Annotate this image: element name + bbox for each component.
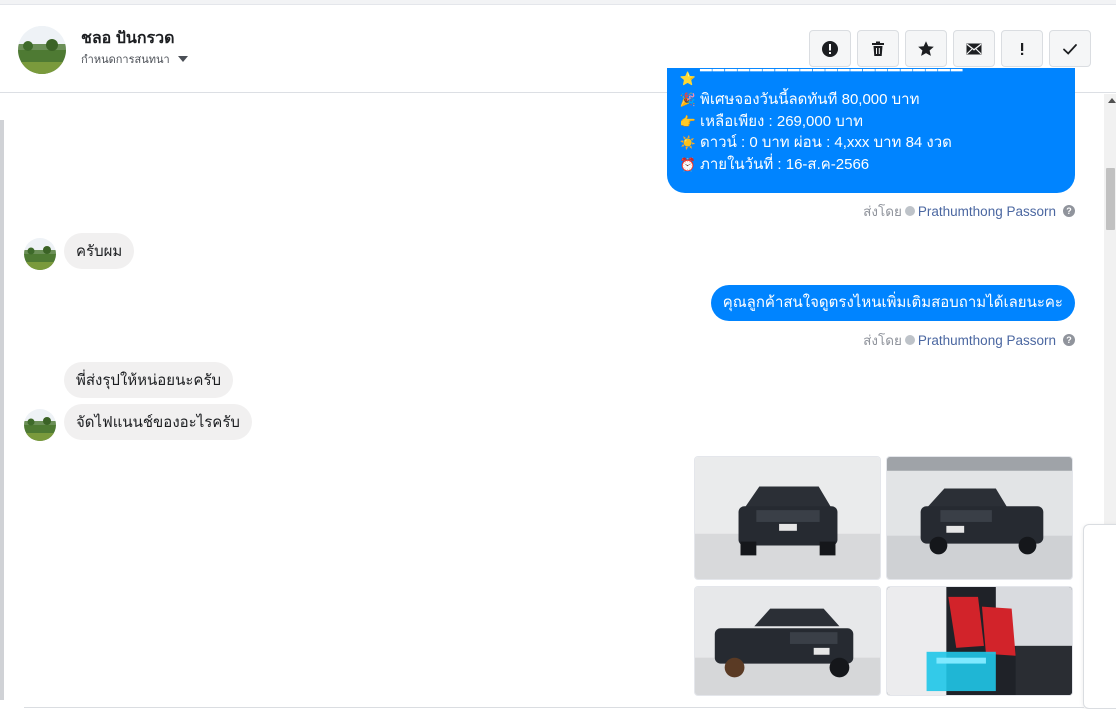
envelope-icon [966,43,982,54]
star-emoji-icon: ⭐ [679,70,697,86]
offer-line-text: พิเศษจองวันนี้ลดทันที 80,000 บาท [700,91,920,108]
offer-line: 🎉 พิเศษจองวันนี้ลดทันที 80,000 บาท [679,89,1061,111]
message-text: จัดไฟแนนช์ของอะไรครับ [76,414,240,431]
star-button[interactable] [905,30,947,67]
message-text: ครับผม [76,243,123,260]
offer-line: ⏰ ภายในวันที่ : 16-ส.ค-2566 [679,154,1061,176]
offer-message-bubble[interactable]: ⭐ ▔▔▔▔▔▔▔▔▔▔▔▔▔▔▔▔▔▔▔▔▔ 🎉 พิเศษจองวันนี้… [667,68,1075,193]
sent-by-label: ส่งโดย Prathumthong Passorn ? [863,329,1075,351]
exclamation-icon [1021,42,1024,55]
conversation-view: ชลอ ปันกรวด กำหนดการสนทนา ⭐ ▔▔▔▔▔▔▔▔▔▔▔▔… [0,0,1116,709]
alarm-clock-emoji-icon: ⏰ [679,156,697,172]
cut-off-line: ⭐ ▔▔▔▔▔▔▔▔▔▔▔▔▔▔▔▔▔▔▔▔▔ [679,68,1061,89]
mark-done-button[interactable] [1049,30,1091,67]
car-photo-front[interactable] [694,456,881,580]
trash-icon [872,41,884,56]
pointing-hand-emoji-icon: 👉 [679,113,697,129]
message-text: พี่ส่งรุปให้หน่อยนะครับ [76,372,222,389]
report-button[interactable] [809,30,851,67]
left-rail [0,120,4,700]
car-photo-angle[interactable] [694,586,881,696]
conversation-menu-label: กำหนดการสนทนา [81,54,170,66]
verified-dot-icon [904,206,915,216]
message-text: คุณลูกค้าสนใจดูตรงไหนเพิ่มเติมสอบถามได้เ… [722,294,1063,312]
car-photo-interior[interactable] [886,586,1073,696]
offer-line: ☀️ ดาวน์ : 0 บาท ผ่อน : 4,xxx บาท 84 งวด [679,132,1061,154]
scroll-up-arrow-icon[interactable] [1108,98,1116,103]
offer-line-text: ภายในวันที่ : 16-ส.ค-2566 [700,155,870,173]
incoming-message-bubble[interactable]: จัดไฟแนนช์ของอะไรครับ [64,404,252,440]
star-icon [918,40,934,56]
contact-avatar-small[interactable] [24,238,56,270]
side-panel-edge[interactable] [1083,524,1116,709]
verified-dot-icon [904,335,915,345]
checkmark-icon [1063,43,1077,55]
offer-line-text: เหลือเพียง : 269,000 บาท [700,112,864,130]
spam-button[interactable] [1001,30,1043,67]
mark-unread-button[interactable] [953,30,995,67]
offer-line: 👉 เหลือเพียง : 269,000 บาท [679,111,1061,133]
scrollbar-thumb[interactable] [1106,168,1115,230]
contact-avatar-small[interactable] [24,409,56,441]
sent-by-label: ส่งโดย Prathumthong Passorn ? [863,200,1075,222]
help-icon[interactable]: ? [1063,334,1075,346]
outgoing-message-bubble[interactable]: คุณลูกค้าสนใจดูตรงไหนเพิ่มเติมสอบถามได้เ… [710,285,1075,321]
composer-divider [24,707,1084,708]
delete-button[interactable] [857,30,899,67]
car-photo-side[interactable] [886,456,1073,580]
offer-line-text: ดาวน์ : 0 บาท ผ่อน : 4,xxx บาท 84 งวด [700,134,952,151]
help-icon[interactable]: ? [1063,205,1075,217]
party-emoji-icon: 🎉 [679,92,697,107]
incoming-message-bubble[interactable]: ครับผม [64,233,135,269]
sun-emoji-icon: ☀️ [679,135,697,150]
contact-avatar[interactable] [18,26,66,74]
header-actions [809,30,1091,67]
agent-name-link[interactable]: Prathumthong Passorn [918,204,1056,219]
agent-name-link[interactable]: Prathumthong Passorn [918,333,1056,348]
alert-circle-icon [822,40,838,57]
conversation-menu[interactable]: กำหนดการสนทนา [81,50,188,68]
incoming-message-bubble[interactable]: พี่ส่งรุปให้หน่อยนะครับ [64,362,234,398]
caret-down-icon [177,56,188,62]
contact-name: ชลอ ปันกรวด [81,30,175,47]
